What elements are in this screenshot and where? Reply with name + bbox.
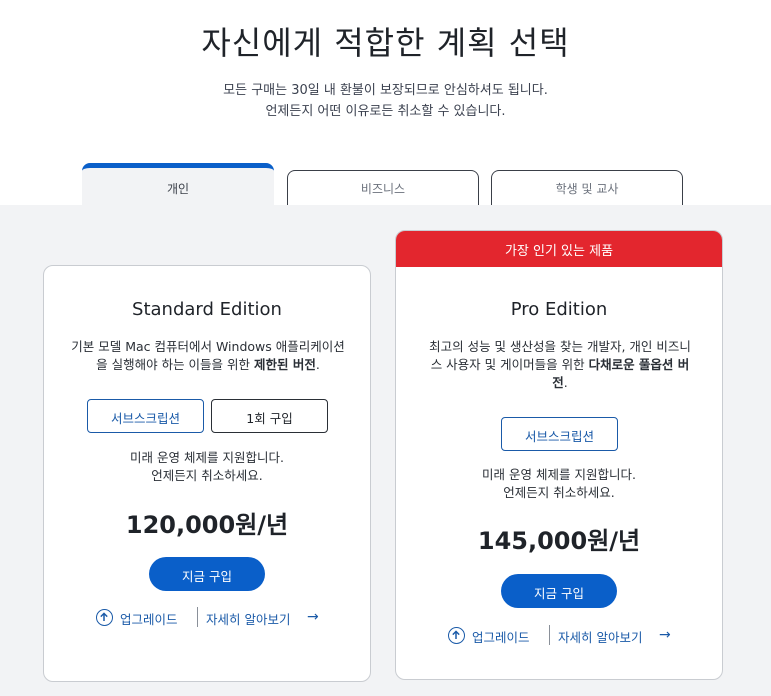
page-title: 자신에게 적합한 계획 선택 (201, 24, 570, 62)
description-highlight: 전 (552, 375, 564, 390)
description-text: 스 사용자 및 게이머들을 위한 (430, 357, 589, 372)
subscription-option-button[interactable]: 서브스크립션 (501, 417, 618, 451)
note-line: 언제든지 취소하세요. (151, 468, 263, 483)
tab-personal[interactable]: 개인 (82, 163, 274, 205)
note-line: 미래 운영 체제를 지원합니다. (482, 467, 636, 482)
upgrade-link[interactable]: 업그레이드 (472, 627, 530, 646)
arrow-up-circle-icon (96, 609, 113, 626)
tab-business[interactable]: 비즈니스 (287, 170, 479, 205)
buy-now-button[interactable]: 지금 구입 (501, 574, 617, 608)
description-text: . (315, 357, 320, 372)
subtitle-line-1: 모든 구매는 30일 내 환불이 보장되므로 안심하셔도 됩니다. (223, 83, 548, 98)
most-popular-badge: 가장 인기 있는 제품 (396, 231, 722, 267)
edition-description: 기본 모델 Mac 컴퓨터에서 Windows 애플리케이션 을 실행해야 하는… (66, 338, 350, 374)
plan-tabs: 개인 비즈니스 학생 및 교사 (0, 163, 771, 205)
page-subtitle: 모든 구매는 30일 내 환불이 보장되므로 안심하셔도 됩니다. 언제든지 어… (0, 80, 771, 122)
description-text: 을 실행해야 하는 이들을 위한 (96, 357, 255, 372)
upgrade-link[interactable]: 업그레이드 (120, 609, 178, 628)
price: 120,000원/년 (125, 511, 289, 539)
arrow-right-icon: → (307, 609, 319, 625)
description-text: . (563, 375, 568, 390)
price: 145,000원/년 (477, 527, 641, 555)
edition-description: 최고의 성능 및 생산성을 찾는 개발자, 개인 비즈니 스 사용자 및 게이머… (418, 338, 702, 392)
arrow-up-circle-icon (448, 627, 465, 644)
subscription-option-button[interactable]: 서브스크립션 (87, 399, 204, 433)
subtitle-line-2: 언제든지 어떤 이유로든 취소할 수 있습니다. (265, 104, 506, 119)
one-time-purchase-button[interactable]: 1회 구입 (211, 399, 328, 433)
buy-now-button[interactable]: 지금 구입 (149, 557, 265, 591)
support-note: 미래 운영 체제를 지원합니다. 언제든지 취소하세요. (44, 449, 370, 485)
support-note: 미래 운영 체제를 지원합니다. 언제든지 취소하세요. (396, 466, 722, 502)
description-line: 을 실행해야 하는 이들을 위한 제한된 버전. (66, 356, 350, 374)
edition-name: Standard Edition (132, 299, 282, 320)
edition-name: Pro Edition (510, 299, 608, 320)
tab-students-teachers[interactable]: 학생 및 교사 (491, 170, 683, 205)
note-line: 미래 운영 체제를 지원합니다. (130, 450, 284, 465)
card-links: 업그레이드 자세히 알아보기 → (44, 607, 370, 629)
description-line: 기본 모델 Mac 컴퓨터에서 Windows 애플리케이션 (71, 339, 345, 354)
learn-more-link[interactable]: 자세히 알아보기 (206, 609, 290, 628)
arrow-right-icon: → (659, 627, 671, 643)
card-links: 업그레이드 자세히 알아보기 → (396, 625, 722, 647)
standard-edition-card: Standard Edition 기본 모델 Mac 컴퓨터에서 Windows… (43, 265, 371, 682)
description-line: 전. (418, 374, 702, 392)
pro-edition-card: 가장 인기 있는 제품 Pro Edition 최고의 성능 및 생산성을 찾는… (395, 230, 723, 680)
description-line: 최고의 성능 및 생산성을 찾는 개발자, 개인 비즈니 (429, 339, 691, 354)
learn-more-link[interactable]: 자세히 알아보기 (558, 627, 642, 646)
link-separator (197, 607, 198, 627)
description-line: 스 사용자 및 게이머들을 위한 다채로운 풀옵션 버 (418, 356, 702, 374)
description-highlight: 제한된 버전 (254, 357, 316, 372)
note-line: 언제든지 취소하세요. (503, 485, 615, 500)
description-highlight: 다채로운 풀옵션 버 (588, 357, 690, 372)
link-separator (549, 625, 550, 645)
